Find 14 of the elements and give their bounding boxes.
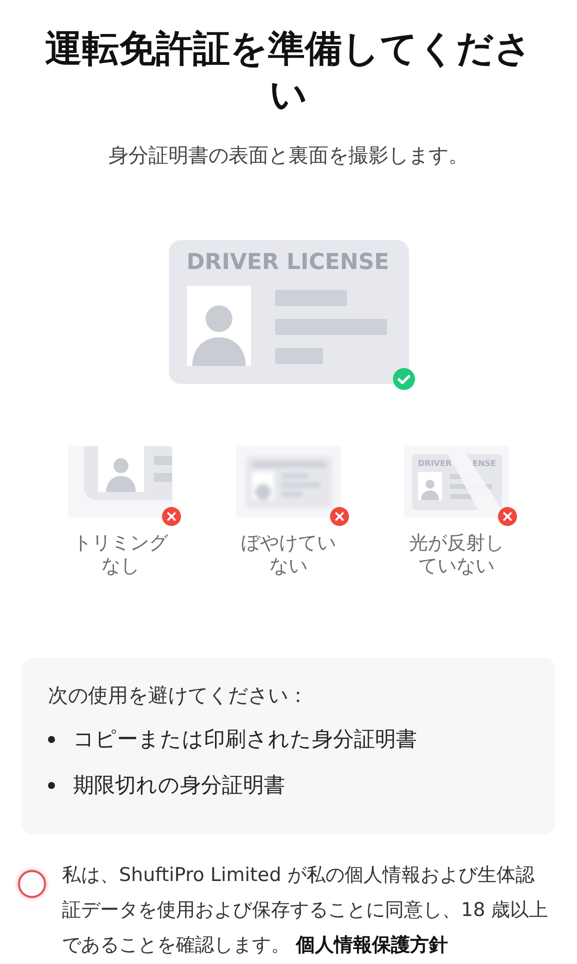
tip-label: トリミングなし (72, 532, 170, 578)
bullet-icon (48, 736, 55, 744)
card-title: DRIVER LICENSE (186, 250, 390, 276)
bullet-icon (48, 782, 55, 789)
warning-item: 期限切れの身分証明書 (73, 772, 285, 798)
consent-text: 私は、ShuftiPro Limited が私の個人情報および生体認証データを使用および保存することに同意し、18 歳以上であることを確認します。 個人情報保護方針 (62, 863, 550, 958)
consent-checkbox[interactable] (18, 870, 46, 898)
warning-heading: 次の使用を避けてください： (48, 682, 309, 709)
warning-item: コピーまたは印刷された身分証明書 (73, 726, 417, 753)
privacy-policy-link[interactable]: 個人情報保護方針 (296, 934, 448, 956)
page-title: 運転免許証を準備してください (44, 26, 533, 118)
tip-label: ぼやけていない (240, 532, 337, 578)
tip-label: 光が反射していない (408, 532, 505, 578)
subtitle: 身分証明書の表面と裏面を撮影します。 (108, 142, 468, 169)
